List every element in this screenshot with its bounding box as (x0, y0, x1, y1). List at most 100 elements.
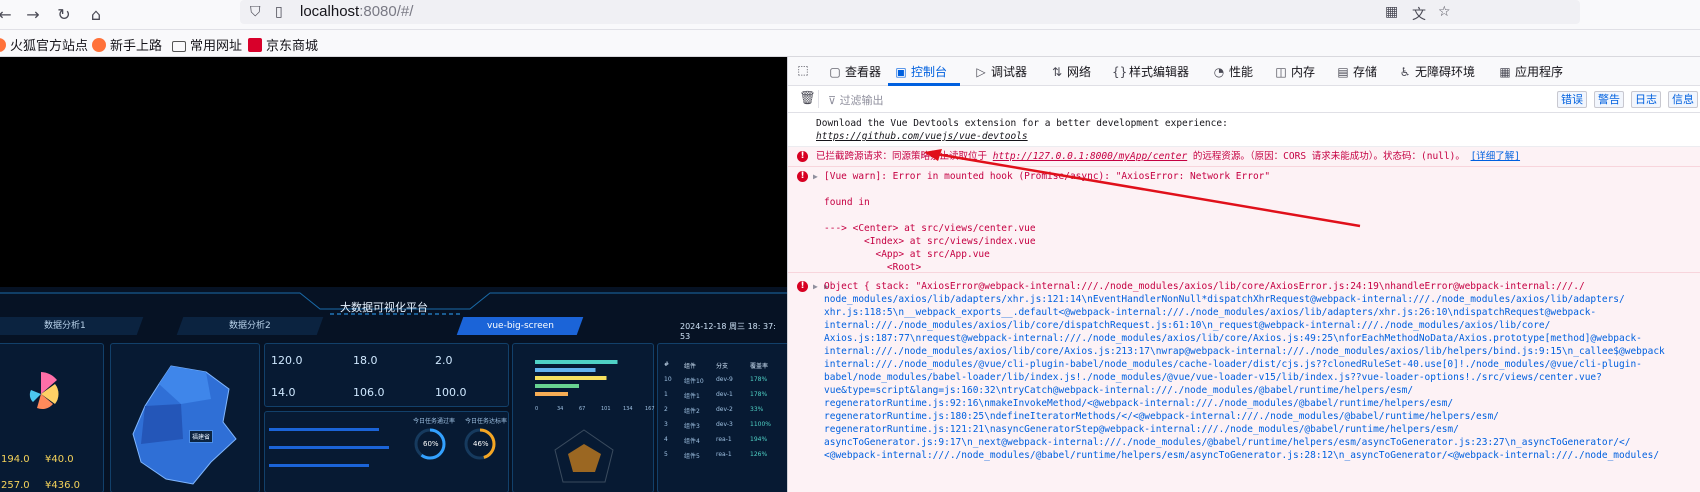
learn-more-link[interactable]: [详细了解] (1471, 151, 1520, 162)
inspector-icon: ▢ (829, 65, 841, 79)
dashboard-tab[interactable]: 数据分析1 (0, 317, 144, 335)
dashboard-title: 大数据可视化平台 (340, 301, 428, 314)
tab-console[interactable]: ▣ 控制台 (894, 63, 947, 80)
tab-application[interactable]: ▦ 应用程序 (1498, 63, 1563, 80)
tab-debugger[interactable]: ▷ 调试器 (974, 63, 1027, 80)
table-cell: dev-9 (716, 376, 733, 383)
error-icon: ! (797, 151, 808, 162)
web-page: 大数据可视化平台 数据分析1 数据分析2 vue-big-screen 2024… (0, 57, 792, 492)
stack-trace-line: internal:///./node_modules/axios/lib/cor… (824, 320, 1551, 331)
expand-arrow-icon[interactable]: ▶ (813, 170, 818, 183)
tab-network[interactable]: ⇅ 网络 (1050, 63, 1091, 80)
message-text: <Index> at src/views/index.vue (824, 236, 1036, 247)
divider (818, 90, 819, 108)
tab-accessibility[interactable]: ♿ 无障碍环境 (1398, 63, 1475, 80)
coverage-table: # 组件 分支 覆盖率 10 组件10 dev-9 178% 1 组件1 dev-1 178% 2 组件2… (658, 358, 788, 463)
performance-icon: ◔ (1213, 65, 1225, 79)
stat-value: 18.0 (353, 354, 378, 367)
tick-label: 0 (535, 406, 538, 412)
bookmark-item[interactable]: 京东商城 (248, 35, 318, 54)
devtools-link[interactable]: https://github.com/vuejs/vue-devtools (816, 130, 1028, 143)
table-cell: 覆盖率 (750, 363, 769, 370)
table-cell: 组件10 (684, 378, 704, 385)
progress-panel: 今日任务通过率 今日任务达标率 60% 46% (264, 411, 509, 492)
url-text[interactable]: localhost:8080/#/ (300, 3, 413, 20)
back-icon[interactable]: ← (0, 5, 16, 25)
table-row: 2 组件2 dev-2 33% (658, 403, 788, 418)
table-row: 4 组件4 rea-1 194% (658, 433, 788, 448)
bookmark-item[interactable]: 火狐官方站点 (0, 35, 88, 54)
bookmark-item[interactable]: 新手上路 (92, 35, 162, 54)
stack-trace-line: xhr.js:118:5\n__webpack_exports__.defaul… (824, 307, 1597, 318)
dashboard-tab-active[interactable]: vue-big-screen (456, 317, 584, 335)
filter-logs-button[interactable]: 日志 (1631, 91, 1661, 108)
table-row: 1 组件1 dev-1 178% (658, 388, 788, 403)
bar-mark (535, 376, 607, 380)
map-tooltip: 福建省 (189, 430, 214, 443)
forward-icon[interactable]: → (22, 5, 44, 25)
devtools-panel: ⬚ ▢ 查看器 ▣ 控制台 ▷ 调试器 ⇅ 网络 {} 样式编辑器 ◔ 性能 ◫ 内存 ▤ 存储… (787, 57, 1700, 492)
table-cell: 组件4 (684, 438, 700, 445)
dashboard-tab[interactable]: 数据分析2 (176, 317, 324, 335)
shield-icon[interactable]: ⛉ (250, 4, 261, 20)
element-picker-icon[interactable]: ⬚ (796, 63, 813, 77)
browser-toolbar: ← → ↻ ⌂ ⛉ ▯ localhost:8080/#/ ▦ 文 ☆ (0, 0, 1700, 30)
qr-code-icon[interactable]: ▦ (1385, 4, 1398, 20)
progress-bar (269, 464, 369, 467)
console-message-object: ! ▶ ▶ Object { stack: "AxiosError@webpac… (788, 273, 1700, 492)
trash-icon[interactable]: 🗑 (799, 91, 816, 106)
table-cell: 5 (664, 451, 668, 458)
console-message-cors-error: ! 已拦截跨源请求：同源策略禁止读取位于 http://127.0.0.1:80… (788, 147, 1700, 167)
tab-style-editor[interactable]: {} 样式编辑器 (1112, 63, 1189, 80)
table-cell: 3 (664, 421, 668, 428)
stat-value: ¥436.0 (45, 480, 80, 491)
stack-trace-line: asyncToGenerator.js:9:17\n_next@webpack-… (824, 437, 1631, 448)
reload-icon[interactable]: ↻ (53, 5, 75, 25)
accessibility-icon: ♿ (1399, 65, 1411, 79)
message-text: <App> at src/App.vue (824, 249, 990, 260)
table-panel: # 组件 分支 覆盖率 10 组件10 dev-9 178% 1 组件1 dev-1 178% 2 组件2… (657, 343, 792, 492)
home-icon[interactable]: ⌂ (85, 5, 107, 25)
memory-icon: ◫ (1275, 65, 1287, 79)
jd-icon (248, 38, 262, 52)
tab-memory[interactable]: ◫ 内存 (1274, 63, 1315, 80)
filter-warnings-button[interactable]: 警告 (1594, 91, 1624, 108)
request-url-link[interactable]: http://127.0.0.1:8000/myApp/center (993, 151, 1187, 162)
filter-errors-button[interactable]: 错误 (1557, 91, 1587, 108)
bookmark-star-icon[interactable]: ☆ (1438, 4, 1451, 20)
table-cell: 2 (664, 406, 668, 413)
error-icon: ! (797, 281, 808, 292)
translate-icon[interactable]: 文 (1412, 4, 1426, 24)
tab-inspector[interactable]: ▢ 查看器 (828, 63, 881, 80)
table-cell: 组件 (684, 363, 697, 370)
filter-input[interactable]: ⊽ 过滤输出 (828, 92, 884, 108)
folder-icon (172, 41, 186, 52)
bookmark-item[interactable]: 常用网址 (172, 35, 242, 54)
fujian-map (132, 365, 237, 485)
filter-info-button[interactable]: 信息 (1668, 91, 1698, 108)
table-cell: 178% (750, 376, 768, 383)
tab-performance[interactable]: ◔ 性能 (1212, 63, 1253, 80)
table-cell: 194% (750, 436, 768, 443)
page-icon[interactable]: ▯ (275, 4, 283, 20)
dashboard-datetime: 2024-12-18 周三 18: 37: 53 (680, 322, 776, 341)
tick-label: 134 (623, 406, 633, 412)
stat-value: 257.0 (1, 480, 30, 491)
tab-storage[interactable]: ▤ 存储 (1336, 63, 1377, 80)
table-cell: 组件5 (684, 453, 700, 460)
tick-label: 34 (557, 406, 563, 412)
progress-bar (269, 428, 379, 431)
stack-trace-line: internal:///./node_modules/@vue/cli-plug… (824, 359, 1642, 370)
expand-arrow-icon[interactable]: ▶ (813, 280, 818, 293)
stat-value: 106.0 (353, 386, 385, 399)
firefox-icon (92, 38, 106, 52)
console-filter-bar: 🗑 ⊽ 过滤输出 错误 警告 日志 信息 (788, 86, 1700, 113)
url-bar[interactable]: ⛉ ▯ localhost:8080/#/ ▦ 文 ☆ (240, 0, 1580, 24)
network-icon: ⇅ (1051, 65, 1063, 79)
ring-label: 今日任务达标率 (465, 418, 508, 425)
message-text: found in (824, 197, 870, 208)
stat-value: ¥40.0 (45, 454, 74, 465)
stack-trace-line: regeneratorRuntime.js:121:21\nasyncGener… (824, 424, 1459, 435)
devtools-tabbar: ⬚ ▢ 查看器 ▣ 控制台 ▷ 调试器 ⇅ 网络 {} 样式编辑器 ◔ 性能 ◫ 内存 ▤ 存储… (788, 57, 1700, 86)
table-row: 10 组件10 dev-9 178% (658, 373, 788, 388)
